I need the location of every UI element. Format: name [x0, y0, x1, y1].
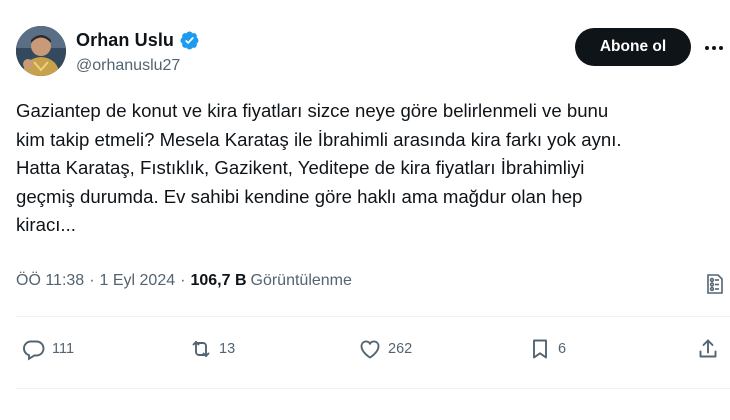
tweet-text-line: geçmiş durumda. Ev sahibi kendine göre h… [16, 185, 583, 207]
share-icon [699, 339, 717, 358]
like-button[interactable]: 262 [358, 337, 412, 361]
bookmark-button[interactable]: 6 [528, 337, 566, 361]
repost-button[interactable]: 13 [189, 337, 235, 361]
tweet-date[interactable]: 1 Eyl 2024 [100, 272, 176, 290]
meta-separator: · [180, 272, 186, 289]
heart-icon [360, 340, 380, 359]
share-button[interactable] [696, 337, 720, 361]
views-label: Görüntülenme [250, 272, 352, 289]
meta-separator: · [89, 272, 95, 289]
action-bar: 111 13 262 6 [16, 337, 722, 367]
reply-icon [23, 340, 45, 361]
repost-count: 13 [219, 341, 236, 357]
author-handle[interactable]: @orhanuslu27 [76, 57, 180, 75]
avatar[interactable] [16, 26, 66, 76]
reply-button[interactable]: 111 [22, 337, 74, 361]
follow-button[interactable]: Abone ol [575, 28, 691, 66]
tweet-card: Orhan Uslu @orhanuslu27 Abone ol Gaziant… [0, 0, 730, 420]
verified-badge-icon[interactable] [179, 30, 200, 51]
reply-count: 111 [52, 341, 75, 357]
views-count: 106,7 B [190, 272, 247, 289]
divider [16, 316, 730, 317]
repost-icon [192, 341, 210, 357]
tweet-text: Gaziantep de konut ve kira fiyatları siz… [16, 97, 722, 240]
grok-analyze-icon[interactable] [703, 272, 727, 296]
author-display-name[interactable]: Orhan Uslu [76, 30, 174, 51]
author-name-row: Orhan Uslu [76, 30, 200, 51]
more-icon[interactable] [700, 34, 728, 62]
tweet-text-line: Hatta Karataş, Fıstıklık, Gazikent, Yedi… [16, 157, 585, 179]
tweet-text-line: kiracı... [16, 214, 76, 236]
tweet-time[interactable]: ÖÖ 11:38 [16, 272, 84, 290]
like-count: 262 [388, 341, 413, 357]
tweet-meta: ÖÖ 11:38 · 1 Eyl 2024 · 106,7 B Görüntül… [16, 272, 352, 290]
tweet-text-line: kim takip etmeli? Mesela Karataş ile İbr… [16, 128, 622, 150]
divider [16, 388, 730, 389]
bookmark-icon [533, 339, 547, 359]
tweet-text-line: Gaziantep de konut ve kira fiyatları siz… [16, 100, 609, 121]
bookmark-count: 6 [558, 341, 567, 357]
